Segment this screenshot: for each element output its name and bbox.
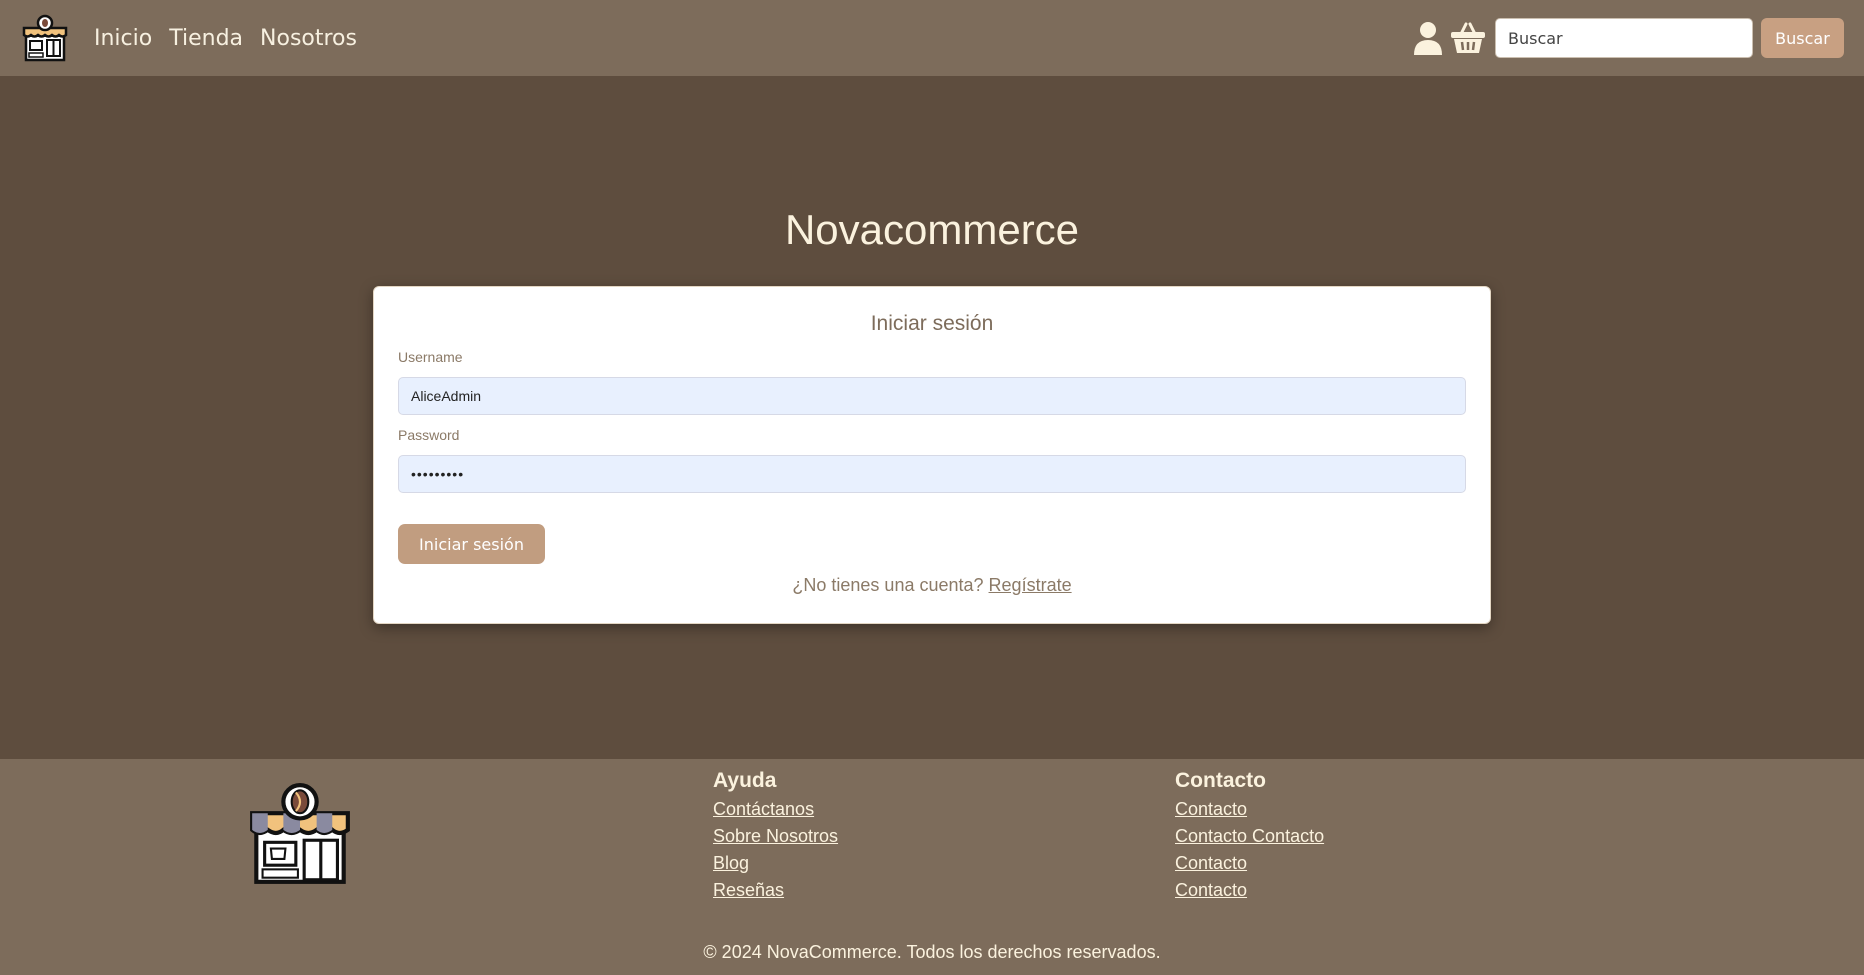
basket-icon[interactable] [1451, 18, 1485, 58]
footer-contact-heading: Contacto [1175, 769, 1266, 792]
footer-help-column: Ayuda Contáctanos Sobre Nosotros Blog Re… [713, 769, 838, 904]
nav-nosotros[interactable]: Nosotros [260, 26, 357, 51]
login-card: Iniciar sesión Username Password Iniciar… [373, 286, 1491, 624]
footer-link-resenas[interactable]: Reseñas [713, 877, 838, 904]
login-title: Iniciar sesión [870, 312, 994, 335]
user-icon[interactable] [1411, 18, 1445, 58]
nav-actions: Buscar [1411, 0, 1844, 76]
navbar: Inicio Tienda Nosotros Buscar [0, 0, 1864, 76]
password-input[interactable] [398, 455, 1466, 493]
footer-help-heading: Ayuda [713, 769, 777, 792]
footer-link-blog[interactable]: Blog [713, 850, 838, 877]
username-input[interactable] [398, 377, 1466, 415]
copyright-text: © 2024 NovaCommerce. Todos los derechos … [703, 942, 1161, 962]
main-nav: Inicio Tienda Nosotros [94, 0, 357, 76]
username-label: Username [398, 349, 463, 365]
password-label: Password [398, 427, 460, 443]
footer-link-contactanos[interactable]: Contáctanos [713, 796, 838, 823]
login-submit-button[interactable]: Iniciar sesión [398, 524, 545, 564]
register-link[interactable]: Regístrate [989, 575, 1072, 595]
register-prompt: ¿No tienes una cuenta? [792, 575, 984, 595]
footer-link-contacto-3[interactable]: Contacto [1175, 850, 1324, 877]
footer-link-contacto-1[interactable]: Contacto [1175, 796, 1324, 823]
page-title: Novacommerce [784, 206, 1080, 253]
footer: Ayuda Contáctanos Sobre Nosotros Blog Re… [0, 759, 1864, 975]
coffee-shop-logo-icon [250, 783, 350, 884]
footer-link-sobre-nosotros[interactable]: Sobre Nosotros [713, 823, 838, 850]
coffee-shop-logo-icon[interactable] [20, 13, 70, 63]
footer-link-contacto-2[interactable]: Contacto Contacto [1175, 823, 1324, 850]
nav-tienda[interactable]: Tienda [169, 26, 243, 51]
search-input[interactable] [1495, 18, 1753, 58]
register-line: ¿No tienes una cuenta? Regístrate [374, 575, 1490, 596]
footer-contact-column: Contacto Contacto Contacto Contacto Cont… [1175, 769, 1324, 904]
search-button[interactable]: Buscar [1761, 18, 1844, 58]
footer-link-contacto-4[interactable]: Contacto [1175, 877, 1324, 904]
nav-inicio[interactable]: Inicio [94, 26, 152, 51]
